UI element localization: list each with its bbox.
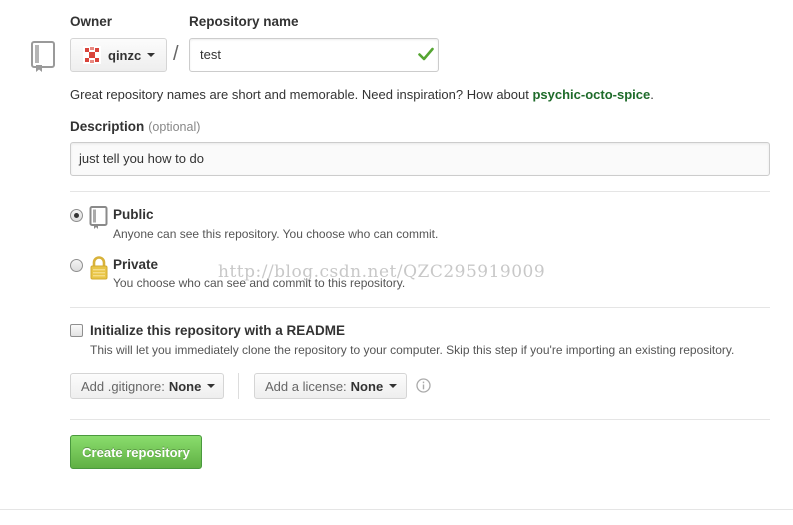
- description-optional: (optional): [148, 120, 201, 134]
- watermark: http://blog.csdn.net/QZC295919009: [218, 262, 546, 282]
- initialize-readme-checkbox[interactable]: [70, 324, 83, 337]
- chevron-down-icon: [389, 384, 398, 388]
- description-input[interactable]: just tell you how to do: [70, 142, 770, 176]
- divider: [0, 509, 793, 510]
- create-repository-button[interactable]: Create repository: [70, 435, 202, 469]
- name-suggestion[interactable]: psychic-octo-spice: [532, 87, 650, 102]
- public-description: Anyone can see this repository. You choo…: [113, 227, 439, 241]
- owner-username: qinzc: [108, 47, 142, 63]
- private-radio[interactable]: [70, 259, 83, 272]
- private-title: Private: [113, 257, 159, 272]
- public-title: Public: [113, 207, 154, 222]
- repo-icon: [31, 41, 55, 72]
- owner-repo-separator: /: [173, 43, 179, 65]
- gitignore-select[interactable]: Add .gitignore: None: [70, 373, 224, 399]
- info-icon[interactable]: [416, 378, 431, 393]
- license-value: None: [350, 378, 384, 394]
- divider: [70, 419, 770, 420]
- gitignore-value: None: [168, 378, 202, 394]
- gitignore-label: Add .gitignore:: [81, 378, 165, 394]
- divider: [70, 307, 770, 308]
- repository-name-label: Repository name: [189, 14, 299, 29]
- description-label: Description (optional): [70, 119, 201, 134]
- divider: [238, 373, 239, 399]
- initialize-readme-title: Initialize this repository with a README: [90, 323, 346, 338]
- owner-select[interactable]: qinzc: [70, 38, 167, 72]
- chevron-down-icon: [207, 384, 216, 388]
- license-label: Add a license:: [265, 378, 347, 394]
- public-radio[interactable]: [70, 209, 83, 222]
- license-select[interactable]: Add a license: None: [254, 373, 407, 399]
- chevron-down-icon: [147, 53, 156, 57]
- check-icon: [418, 47, 434, 61]
- name-hint: Great repository names are short and mem…: [70, 87, 654, 102]
- repository-name-input[interactable]: test: [189, 38, 439, 72]
- divider: [70, 191, 770, 192]
- public-repo-icon: [89, 206, 108, 229]
- owner-label: Owner: [70, 14, 113, 29]
- initialize-readme-description: This will let you immediately clone the …: [90, 343, 735, 357]
- lock-icon: [90, 256, 108, 280]
- avatar: [83, 46, 101, 64]
